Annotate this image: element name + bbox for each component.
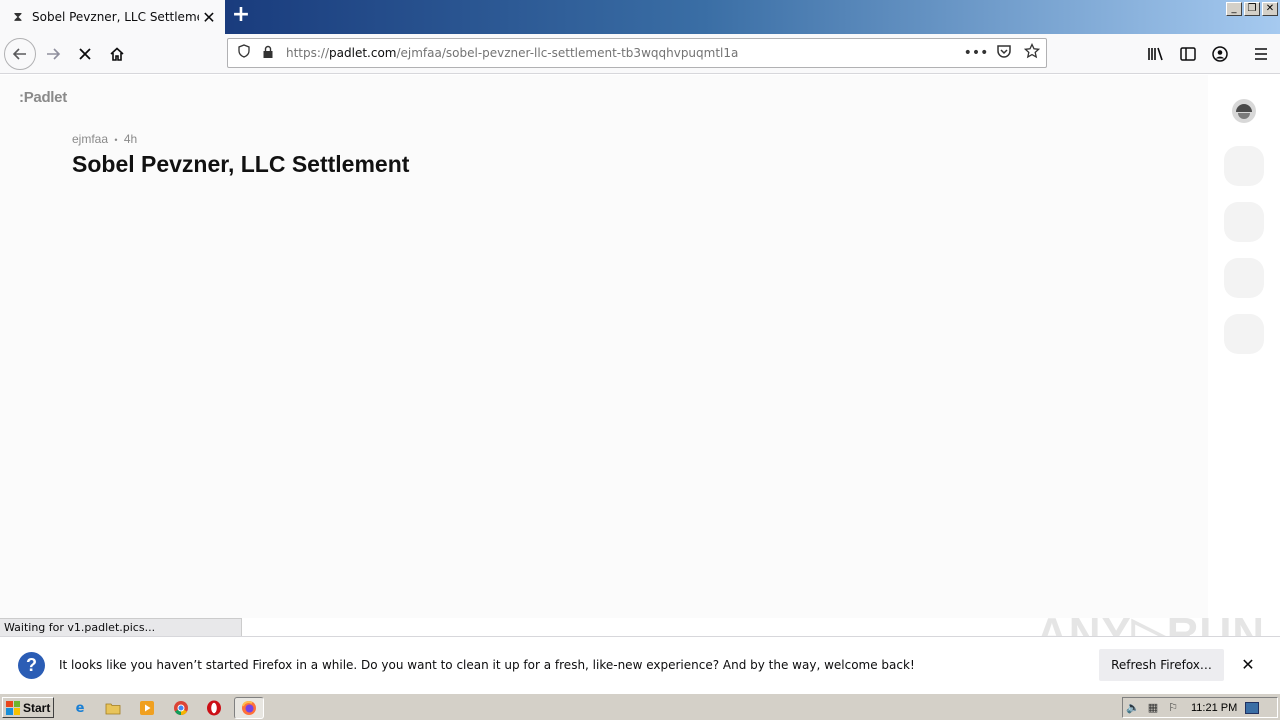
- new-tab-button[interactable]: +: [229, 4, 253, 28]
- show-desktop-icon[interactable]: [1245, 701, 1260, 714]
- stop-icon: [79, 48, 91, 60]
- firefox-icon[interactable]: [234, 697, 264, 719]
- rail-button-4[interactable]: [1224, 314, 1264, 354]
- stop-button[interactable]: [69, 38, 101, 70]
- home-button[interactable]: [101, 38, 133, 70]
- padlet-logo[interactable]: :Padlet: [19, 89, 67, 106]
- close-icon[interactable]: ✕: [1238, 655, 1258, 675]
- forward-button[interactable]: [37, 38, 69, 70]
- tab-close-icon[interactable]: ✕: [199, 7, 219, 27]
- rail-button-1[interactable]: [1224, 146, 1264, 186]
- folder-icon[interactable]: [103, 698, 123, 718]
- url-prefix: https://: [286, 46, 330, 60]
- menu-icon[interactable]: [1245, 38, 1277, 70]
- tab-active[interactable]: ⧗ Sobel Pevzner, LLC Settlement ✕: [0, 0, 225, 34]
- back-button[interactable]: [4, 38, 36, 70]
- action-center-flag-icon[interactable]: ⚐: [1163, 701, 1183, 714]
- taskbar: Start e 🔈 ▦ ⚐ 11:21 PM: [0, 693, 1280, 720]
- avatar[interactable]: [1232, 99, 1256, 123]
- lock-icon[interactable]: [258, 45, 278, 62]
- arrow-right-icon: [47, 48, 61, 60]
- meta-separator: •: [114, 135, 118, 145]
- chrome-icon[interactable]: [171, 698, 191, 718]
- notification-bar: ? It looks like you haven’t started Fire…: [0, 636, 1280, 693]
- close-window-button[interactable]: ✕: [1262, 2, 1278, 16]
- start-button[interactable]: Start: [2, 697, 54, 718]
- rail-button-2[interactable]: [1224, 202, 1264, 242]
- bookmark-star-icon[interactable]: [1018, 42, 1046, 63]
- windows-logo-icon: [6, 700, 20, 715]
- start-label: Start: [23, 700, 51, 715]
- network-icon[interactable]: ▦: [1143, 701, 1163, 714]
- question-icon: ?: [18, 652, 45, 679]
- page-content: :Padlet ejmfaa • 4h Sobel Pevzner, LLC S…: [0, 75, 1280, 618]
- arrow-left-icon: [12, 48, 26, 60]
- restore-button[interactable]: ❐: [1244, 2, 1260, 16]
- clock[interactable]: 11:21 PM: [1191, 702, 1237, 714]
- page-title: Sobel Pevzner, LLC Settlement: [72, 151, 410, 177]
- tracking-shield-icon[interactable]: [234, 44, 254, 62]
- author-name[interactable]: ejmfaa: [72, 132, 108, 146]
- url-host: padlet.com: [329, 46, 397, 60]
- page-actions-icon[interactable]: •••: [962, 45, 990, 61]
- post-meta: ejmfaa • 4h: [72, 132, 137, 146]
- opera-icon[interactable]: [204, 698, 224, 718]
- tab-title: Sobel Pevzner, LLC Settlement: [32, 10, 199, 24]
- media-player-icon[interactable]: [137, 698, 157, 718]
- nav-bar: https://padlet.com/ejmfaa/sobel-pevzner-…: [0, 34, 1280, 74]
- notification-message: It looks like you haven’t started Firefo…: [59, 658, 915, 672]
- minimize-button[interactable]: _: [1226, 2, 1242, 16]
- sidebar-icon[interactable]: [1172, 38, 1204, 70]
- system-tray: 🔈 ▦ ⚐ 11:21 PM: [1122, 697, 1278, 718]
- status-text: Waiting for v1.padlet.pics...: [0, 618, 242, 636]
- url-path: /ejmfaa/sobel-pevzner-llc-settlement-tb3…: [396, 46, 739, 60]
- url-bar[interactable]: https://padlet.com/ejmfaa/sobel-pevzner-…: [227, 38, 1047, 68]
- ie-icon[interactable]: e: [70, 698, 90, 718]
- pocket-icon[interactable]: [990, 43, 1018, 63]
- account-icon[interactable]: [1204, 38, 1236, 70]
- volume-icon[interactable]: 🔈: [1123, 701, 1143, 714]
- post-age: 4h: [123, 132, 138, 146]
- hourglass-icon: ⧗: [13, 9, 23, 25]
- rail-button-3[interactable]: [1224, 258, 1264, 298]
- home-icon: [110, 47, 124, 61]
- url-text[interactable]: https://padlet.com/ejmfaa/sobel-pevzner-…: [286, 46, 962, 60]
- window-controls: _ ❐ ✕: [1226, 2, 1278, 16]
- library-icon[interactable]: [1140, 38, 1172, 70]
- tab-strip: ⧗ Sobel Pevzner, LLC Settlement ✕ + _ ❐ …: [0, 0, 1280, 34]
- refresh-firefox-button[interactable]: Refresh Firefox…: [1099, 649, 1224, 681]
